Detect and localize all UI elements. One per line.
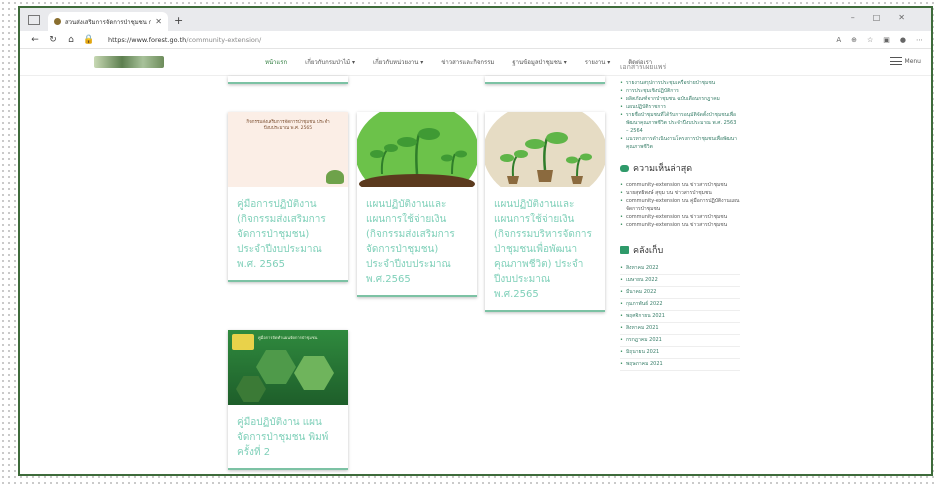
menu-item[interactable]: เกี่ยวกับกรมป่าไม้ ▾	[296, 57, 364, 67]
menu-toggle[interactable]: Menu	[889, 57, 921, 65]
photo-hexagon	[256, 350, 296, 384]
recent-comment-item[interactable]: community-extension บน คู่มือการปฏิบัติง…	[620, 197, 740, 213]
recent-comment-item[interactable]: community-extension บน ข่าวสารป่าชุมชน	[620, 213, 740, 221]
document-card[interactable]: กิจกรรมส่งเสริมการจัดการป่าชุมชน ประจำปี…	[228, 112, 348, 282]
browser-tab[interactable]: สวนส่งเสริมการจัดการป่าชุมชน กรมป่าไม้ ✕	[48, 12, 168, 31]
lock-icon: 🔒	[83, 34, 95, 45]
comments-icon	[620, 164, 629, 172]
archive-link[interactable]: เมษายน 2022	[620, 275, 740, 287]
site-logo[interactable]	[94, 56, 164, 68]
browser-window: สวนส่งเสริมการจัดการป่าชุมชน กรมป่าไม้ ✕…	[18, 6, 933, 476]
recent-comment-item[interactable]: community-extension บน ข่าวสารป่าชุมชน	[620, 221, 740, 229]
sidebar-link[interactable]: แผนปฏิบัติราชการ	[620, 103, 740, 111]
recent-comments-title: ความเห็นล่าสุด	[633, 164, 693, 174]
zoom-icon[interactable]: ⊕	[851, 36, 857, 44]
cover-caption: กิจกรรมส่งเสริมการจัดการป่าชุมชน ประจำปี…	[246, 120, 330, 131]
more-icon[interactable]: ⋯	[916, 36, 923, 44]
archives-list: สิงหาคม 2022เมษายน 2022มีนาคม 2022กุมภาพ…	[620, 263, 740, 371]
seedlings-illustration	[357, 112, 477, 187]
main-content: กิจกรรมส่งเสริมการจัดการป่าชุมชน ประจำปี…	[20, 63, 931, 474]
recent-comments-heading: ความเห็นล่าสุด	[620, 161, 740, 175]
address-bar: ← ↻ ⌂ 🔒 https://www.forest.go.th/communi…	[20, 31, 931, 49]
recent-comment-item[interactable]: community-extension บน ข่าวสารป่าชุมชน	[620, 181, 740, 189]
sidebar-link[interactable]: รายชื่อป่าชุมชนที่ได้รับการอนุมัติจัดตั้…	[620, 111, 740, 135]
sidebar-link[interactable]: แนวทางการดำเนินงานโครงการป่าชุมชนเพื่อพั…	[620, 135, 740, 151]
card-title[interactable]: คู่มือการปฏิบัติงาน (กิจกรรมส่งเสริมการจ…	[228, 187, 348, 280]
sidebar-link[interactable]: ผลิตภัณฑ์จากป่าชุมชน ฉบับเดือนกรกฎาคม	[620, 95, 740, 103]
sidebar-top-fragment: เอกสารเผยแพร่	[620, 63, 667, 71]
sidebar-link-list: รายงานสรุปการประชุมเครือข่ายป่าชุมชนการป…	[620, 79, 740, 151]
card-partial[interactable]	[228, 76, 348, 84]
document-card[interactable]: แผนปฏิบัติงานและแผนการใช้จ่ายเงิน (กิจกร…	[485, 112, 605, 312]
collections-icon[interactable]: ▣	[883, 36, 890, 44]
archive-link[interactable]: พฤษภาคม 2021	[620, 359, 740, 371]
tab-strip: สวนส่งเสริมการจัดการป่าชุมชน กรมป่าไม้ ✕…	[20, 8, 931, 31]
archives-title: คลังเก็บ	[633, 246, 664, 256]
recent-comments-list: community-extension บน ข่าวสารป่าชุมชนนา…	[620, 181, 740, 229]
main-menu: หน้าแรก เกี่ยวกับกรมป่าไม้ ▾ เกี่ยวกับหน่ว…	[256, 57, 661, 67]
card-title[interactable]: คู่มือปฏิบัติงาน แผนจัดการป่าชุมชน พิมพ์…	[228, 405, 348, 468]
archive-link[interactable]: สิงหาคม 2021	[620, 323, 740, 335]
favorite-icon[interactable]: ☆	[867, 36, 873, 44]
sidebar: เอกสารเผยแพร่ รายงานสรุปการประชุมเครือข่…	[620, 63, 740, 371]
site-header: หน้าแรก เกี่ยวกับกรมป่าไม้ ▾ เกี่ยวกับหน่ว…	[20, 49, 931, 76]
card-title[interactable]: แผนปฏิบัติงานและแผนการใช้จ่ายเงิน (กิจกร…	[485, 187, 605, 310]
card-cover-image: กิจกรรมส่งเสริมการจัดการป่าชุมชน ประจำปี…	[228, 112, 348, 187]
card-cover-image	[357, 112, 477, 187]
read-aloud-icon[interactable]: A	[836, 36, 841, 44]
profile-icon[interactable]: ●	[900, 36, 906, 44]
menu-item[interactable]: รายงาน ▾	[576, 57, 619, 67]
hamburger-icon	[889, 57, 902, 65]
archive-icon	[620, 246, 629, 254]
recent-comment-item[interactable]: นายสุทธิพงษ์ สุขุม บน ข่าวสารป่าชุมชน	[620, 189, 740, 197]
archive-link[interactable]: พฤศจิกายน 2021	[620, 311, 740, 323]
seedling-pots-illustration	[485, 112, 605, 187]
tab-title: สวนส่งเสริมการจัดการป่าชุมชน กรมป่าไม้	[65, 18, 151, 26]
photo-hexagon	[294, 356, 334, 390]
home-icon[interactable]: ⌂	[64, 35, 78, 45]
archive-link[interactable]: สิงหาคม 2022	[620, 263, 740, 275]
archive-link[interactable]: มีนาคม 2022	[620, 287, 740, 299]
url-prefix: https://www.forest.go.th	[108, 35, 187, 44]
reload-icon[interactable]: ↻	[46, 35, 60, 45]
url-path: /community-extension/	[186, 35, 262, 44]
url-field[interactable]: https://www.forest.go.th/community-exten…	[108, 36, 836, 44]
menu-toggle-label: Menu	[904, 57, 921, 65]
card-cover-image	[485, 112, 605, 187]
close-tab-icon[interactable]: ✕	[155, 17, 162, 26]
archive-link[interactable]: มิถุนายน 2021	[620, 347, 740, 359]
plant-illustration	[326, 170, 344, 184]
card-cover-image: คู่มือการจัดทำแผนจัดการป่าชุมชน	[228, 330, 348, 405]
menu-item[interactable]: ฐานข้อมูลป่าชุมชน ▾	[503, 57, 575, 67]
archive-link[interactable]: กรกฎาคม 2021	[620, 335, 740, 347]
archive-link[interactable]: กุมภาพันธ์ 2022	[620, 299, 740, 311]
cover-caption: คู่มือการจัดทำแผนจัดการป่าชุมชน	[258, 335, 318, 340]
menu-item[interactable]: เกี่ยวกับหน่วยงาน ▾	[364, 57, 432, 67]
sidebar-link[interactable]: รายงานสรุปการประชุมเครือข่ายป่าชุมชน	[620, 79, 740, 87]
window-controls[interactable]: –□✕	[851, 13, 923, 22]
new-tab-icon[interactable]: +	[174, 14, 183, 27]
site-favicon-icon	[54, 18, 61, 25]
sidebar-link[interactable]: การประชุมเชิงปฏิบัติการ	[620, 87, 740, 95]
menu-item[interactable]: หน้าแรก	[256, 57, 296, 67]
card-title[interactable]: แผนปฏิบัติงานและแผนการใช้จ่ายเงิน (กิจกร…	[357, 187, 477, 295]
browser-toolbar: A ⊕ ☆ ▣ ● ⋯	[836, 36, 923, 44]
document-card[interactable]: แผนปฏิบัติงานและแผนการใช้จ่ายเงิน (กิจกร…	[357, 112, 477, 297]
archives-heading: คลังเก็บ	[620, 243, 740, 257]
card-partial[interactable]	[485, 76, 605, 84]
menu-item[interactable]: ข่าวสารและกิจกรรม	[432, 57, 503, 67]
tab-actions-icon[interactable]	[28, 15, 40, 25]
document-card[interactable]: คู่มือการจัดทำแผนจัดการป่าชุมชน คู่มือปฏ…	[228, 330, 348, 470]
cover-badge	[232, 334, 254, 350]
photo-hexagon	[236, 376, 266, 402]
back-icon[interactable]: ←	[28, 35, 42, 45]
